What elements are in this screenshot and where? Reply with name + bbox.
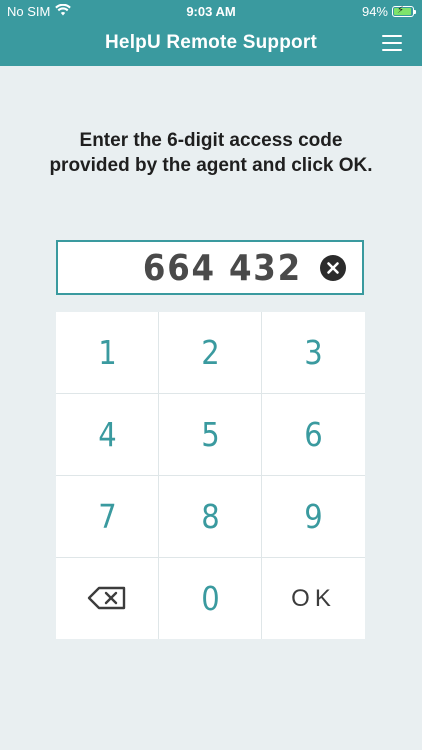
key-4-label: 4 <box>97 415 117 454</box>
hamburger-menu-icon[interactable] <box>382 35 402 51</box>
app-title: HelpU Remote Support <box>105 32 317 53</box>
ok-button-label: OK <box>291 584 336 612</box>
key-0-label: 0 <box>200 579 220 618</box>
status-time: 9:03 AM <box>186 4 236 19</box>
key-7-label: 7 <box>97 497 117 536</box>
key-7[interactable]: 7 <box>56 476 158 557</box>
key-3-label: 3 <box>304 333 323 372</box>
key-6-label: 6 <box>304 415 323 454</box>
battery-charging-icon: ⚡ <box>392 5 416 17</box>
key-9-label: 9 <box>304 497 323 536</box>
key-4[interactable]: 4 <box>56 394 158 475</box>
key-6[interactable]: 6 <box>262 394 365 475</box>
key-0[interactable]: 0 <box>159 558 261 639</box>
access-code-value: 664 432 <box>142 248 302 289</box>
backspace-button[interactable] <box>56 558 158 639</box>
access-code-field[interactable]: 664 432 <box>56 240 364 295</box>
status-right: 94% ⚡ <box>361 4 416 19</box>
instructions-text: Enter the 6-digit access code provided b… <box>49 130 373 176</box>
key-8-label: 8 <box>200 497 220 536</box>
key-5-label: 5 <box>200 415 220 454</box>
status-bar: No SIM 9:03 AM 94% ⚡ <box>0 0 422 24</box>
backspace-icon <box>87 579 127 618</box>
key-8[interactable]: 8 <box>159 476 261 557</box>
key-1-label: 1 <box>97 333 117 372</box>
keypad: 1 2 3 4 5 6 7 8 9 0 OK <box>56 312 365 639</box>
clear-circle-x-icon[interactable] <box>320 255 346 281</box>
key-1[interactable]: 1 <box>56 312 158 393</box>
key-2-label: 2 <box>200 333 220 372</box>
key-9[interactable]: 9 <box>262 476 365 557</box>
key-2[interactable]: 2 <box>159 312 261 393</box>
ok-button[interactable]: OK <box>262 558 365 639</box>
key-5[interactable]: 5 <box>159 394 261 475</box>
battery-percent: 94% <box>361 4 388 19</box>
key-3[interactable]: 3 <box>262 312 365 393</box>
top-bar: No SIM 9:03 AM 94% ⚡ HelpU Remote Suppor… <box>0 0 422 66</box>
